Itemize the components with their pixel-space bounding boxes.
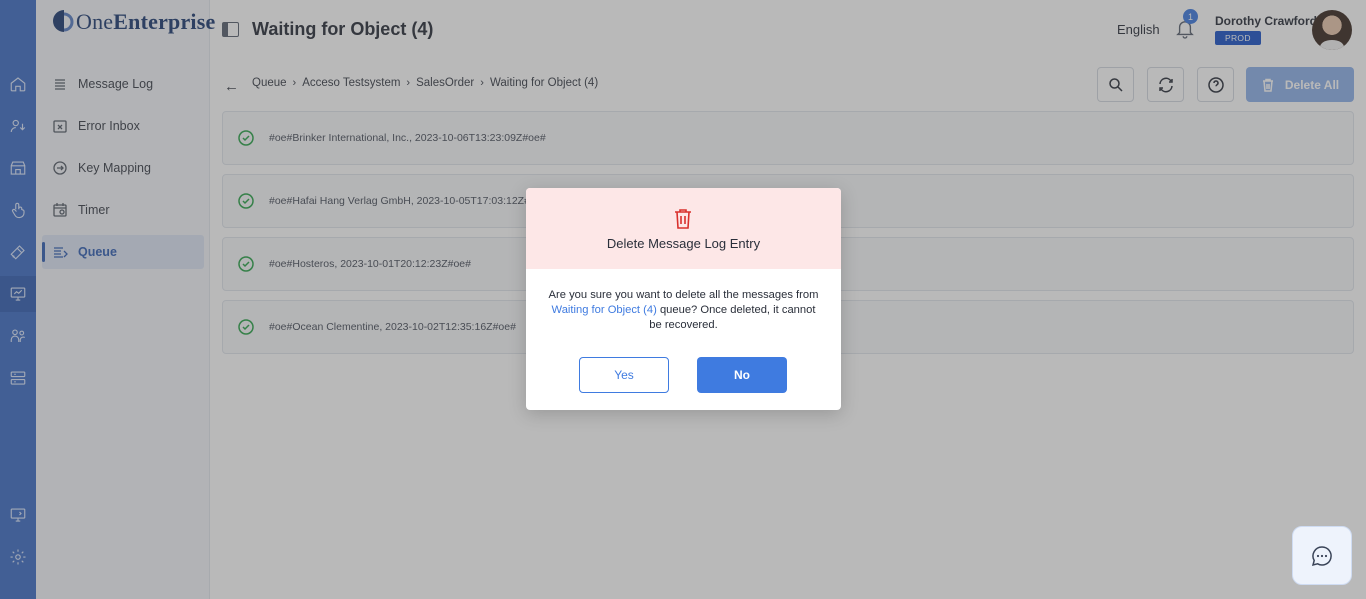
dialog-message-prefix: Are you sure you want to delete all the … [548,289,819,301]
chat-button[interactable] [1292,526,1352,585]
yes-button[interactable]: Yes [579,357,669,393]
dialog-title: Delete Message Log Entry [606,236,761,251]
delete-confirm-dialog: Delete Message Log Entry Are you sure yo… [526,188,841,410]
chat-icon [1311,545,1332,566]
trash-icon [675,209,691,229]
dialog-header: Delete Message Log Entry [526,188,841,269]
dialog-message: Are you sure you want to delete all the … [546,288,821,333]
dialog-message-queue-link: Waiting for Object (4) [551,304,657,316]
dialog-message-suffix: queue? Once deleted, it cannot be recove… [649,304,816,331]
no-button[interactable]: No [697,357,787,393]
